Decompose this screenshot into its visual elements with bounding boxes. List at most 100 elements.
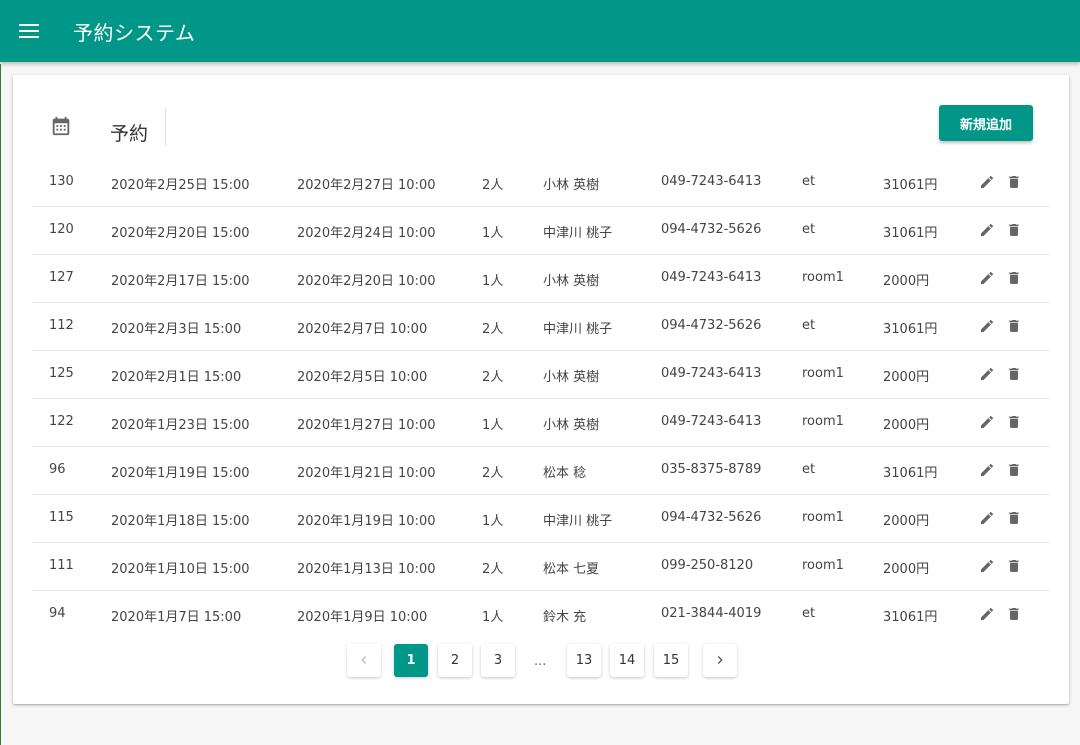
price: 31061円 bbox=[883, 610, 938, 625]
reservation-id: 122 bbox=[49, 414, 74, 429]
checkin-datetime: 2020年1月7日 15:00 bbox=[111, 610, 242, 625]
trash-icon[interactable] bbox=[1006, 558, 1022, 574]
page-button-15[interactable]: 15 bbox=[654, 644, 688, 677]
guest-count: 1人 bbox=[482, 514, 504, 529]
reservations-card: 予約 新規追加 130 2020年2月25日 15:00 2020年2月27日 10… bbox=[13, 75, 1069, 704]
guest-count: 2人 bbox=[482, 370, 504, 385]
reservation-id: 127 bbox=[49, 270, 74, 285]
phone-number: 035-8375-8789 bbox=[661, 462, 762, 477]
price: 31061円 bbox=[883, 178, 938, 193]
guest-name: 中津川 桃子 bbox=[543, 514, 613, 529]
trash-icon[interactable] bbox=[1006, 510, 1022, 526]
phone-number: 049-7243-6413 bbox=[661, 270, 762, 285]
hamburger-menu-icon[interactable] bbox=[18, 19, 42, 43]
checkout-datetime: 2020年1月21日 10:00 bbox=[297, 466, 436, 481]
trash-icon[interactable] bbox=[1006, 366, 1022, 382]
reservation-id: 111 bbox=[49, 558, 74, 573]
page-button-1[interactable]: 1 bbox=[394, 644, 428, 677]
price: 2000円 bbox=[883, 370, 930, 385]
table-row: 112 2020年2月3日 15:00 2020年2月7日 10:00 2人 中津川 桃… bbox=[33, 303, 1049, 351]
checkout-datetime: 2020年1月9日 10:00 bbox=[297, 610, 428, 625]
page-button-14[interactable]: 14 bbox=[610, 644, 644, 677]
price: 2000円 bbox=[883, 418, 930, 433]
page-button-2[interactable]: 2 bbox=[438, 644, 472, 677]
guest-name: 小林 英樹 bbox=[543, 370, 600, 385]
pencil-icon[interactable] bbox=[979, 174, 995, 190]
add-reservation-button[interactable]: 新規追加 bbox=[939, 105, 1033, 141]
room-name: room1 bbox=[802, 510, 844, 525]
trash-icon[interactable] bbox=[1006, 318, 1022, 334]
trash-icon[interactable] bbox=[1006, 270, 1022, 286]
checkout-datetime: 2020年2月24日 10:00 bbox=[297, 226, 436, 241]
trash-icon[interactable] bbox=[1006, 174, 1022, 190]
phone-number: 094-4732-5626 bbox=[661, 318, 762, 333]
guest-count: 2人 bbox=[482, 322, 504, 337]
pencil-icon[interactable] bbox=[979, 558, 995, 574]
page-button-13[interactable]: 13 bbox=[567, 644, 601, 677]
checkout-datetime: 2020年2月5日 10:00 bbox=[297, 370, 428, 385]
page-button-3[interactable]: 3 bbox=[481, 644, 515, 677]
phone-number: 099-250-8120 bbox=[661, 558, 754, 573]
room-name: et bbox=[802, 606, 816, 621]
price: 31061円 bbox=[883, 466, 938, 481]
pagination-ellipsis: ... bbox=[534, 654, 547, 669]
room-name: et bbox=[802, 318, 816, 333]
checkin-datetime: 2020年2月17日 15:00 bbox=[111, 274, 250, 289]
trash-icon[interactable] bbox=[1006, 414, 1022, 430]
guest-name: 鈴木 充 bbox=[543, 610, 587, 625]
trash-icon[interactable] bbox=[1006, 222, 1022, 238]
guest-count: 1人 bbox=[482, 610, 504, 625]
price: 31061円 bbox=[883, 226, 938, 241]
guest-name: 松本 稔 bbox=[543, 466, 587, 481]
guest-count: 1人 bbox=[482, 274, 504, 289]
pencil-icon[interactable] bbox=[979, 366, 995, 382]
pencil-icon[interactable] bbox=[979, 222, 995, 238]
room-name: room1 bbox=[802, 414, 844, 429]
pagination: 1 2 3 ... 13 14 15 bbox=[13, 644, 1069, 678]
table-row: 111 2020年1月10日 15:00 2020年1月13日 10:00 2人 松本 … bbox=[33, 543, 1049, 591]
checkout-datetime: 2020年1月13日 10:00 bbox=[297, 562, 436, 577]
room-name: room1 bbox=[802, 270, 844, 285]
reservation-id: 96 bbox=[49, 462, 66, 477]
pencil-icon[interactable] bbox=[979, 318, 995, 334]
phone-number: 094-4732-5626 bbox=[661, 510, 762, 525]
checkout-datetime: 2020年2月20日 10:00 bbox=[297, 274, 436, 289]
checkin-datetime: 2020年2月25日 15:00 bbox=[111, 178, 250, 193]
phone-number: 094-4732-5626 bbox=[661, 222, 762, 237]
table-row: 130 2020年2月25日 15:00 2020年2月27日 10:00 2人 小林 … bbox=[33, 159, 1049, 207]
pencil-icon[interactable] bbox=[979, 510, 995, 526]
room-name: room1 bbox=[802, 558, 844, 573]
guest-count: 2人 bbox=[482, 466, 504, 481]
checkin-datetime: 2020年1月18日 15:00 bbox=[111, 514, 250, 529]
trash-icon[interactable] bbox=[1006, 606, 1022, 622]
table-row: 122 2020年1月23日 15:00 2020年1月27日 10:00 1人 小林 … bbox=[33, 399, 1049, 447]
pencil-icon[interactable] bbox=[979, 462, 995, 478]
checkout-datetime: 2020年1月19日 10:00 bbox=[297, 514, 436, 529]
phone-number: 049-7243-6413 bbox=[661, 174, 762, 189]
checkin-datetime: 2020年2月20日 15:00 bbox=[111, 226, 250, 241]
page-title: 予約 bbox=[110, 123, 149, 145]
room-name: et bbox=[802, 462, 816, 477]
prev-page-button[interactable] bbox=[347, 644, 381, 677]
table-row: 115 2020年1月18日 15:00 2020年1月19日 10:00 1人 中津川… bbox=[33, 495, 1049, 543]
window-edge bbox=[0, 64, 1, 745]
phone-number: 049-7243-6413 bbox=[661, 366, 762, 381]
room-name: room1 bbox=[802, 366, 844, 381]
pencil-icon[interactable] bbox=[979, 606, 995, 622]
trash-icon[interactable] bbox=[1006, 462, 1022, 478]
checkout-datetime: 2020年1月27日 10:00 bbox=[297, 418, 436, 433]
calendar-icon bbox=[52, 116, 70, 136]
pencil-icon[interactable] bbox=[979, 270, 995, 286]
room-name: et bbox=[802, 174, 816, 189]
checkin-datetime: 2020年2月1日 15:00 bbox=[111, 370, 242, 385]
next-page-button[interactable] bbox=[703, 644, 737, 677]
guest-name: 中津川 桃子 bbox=[543, 226, 613, 241]
checkin-datetime: 2020年1月19日 15:00 bbox=[111, 466, 250, 481]
reservation-list: 130 2020年2月25日 15:00 2020年2月27日 10:00 2人 小林 … bbox=[33, 159, 1049, 639]
reservation-id: 94 bbox=[49, 606, 66, 621]
guest-name: 小林 英樹 bbox=[543, 418, 600, 433]
checkout-datetime: 2020年2月7日 10:00 bbox=[297, 322, 428, 337]
reservation-id: 125 bbox=[49, 366, 74, 381]
chevron-right-icon bbox=[717, 656, 723, 664]
pencil-icon[interactable] bbox=[979, 414, 995, 430]
